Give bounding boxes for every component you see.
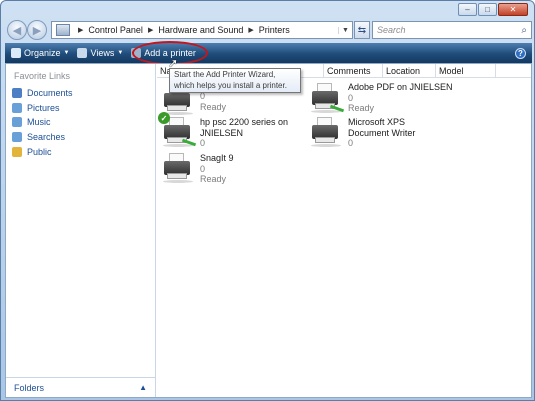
refresh-icon: ⇆ [357, 24, 367, 36]
sidebar-item-label: Pictures [27, 102, 60, 113]
mouse-cursor-icon: ➚ [168, 56, 179, 70]
chevron-up-icon: ▲ [139, 383, 147, 392]
address-row: ◀ ▶ ▶ Control Panel ▶ Hardware and Sound… [5, 19, 532, 43]
printers-list-pane: Na Comments Location Model 0 Ready Adobe… [157, 64, 531, 397]
organize-label: Organize [24, 48, 61, 58]
music-icon [12, 117, 22, 128]
views-button[interactable]: Views ▼ [77, 48, 123, 58]
printer-queue-count: 0 [348, 138, 354, 148]
chevron-down-icon[interactable]: ▼ [338, 26, 352, 34]
views-icon [77, 48, 88, 58]
printer-status: Ready [200, 174, 227, 184]
printer-icon [160, 151, 196, 187]
sidebar-item-label: Music [27, 117, 51, 128]
list-item[interactable]: SnagIt 9 0 Ready [160, 151, 234, 187]
sidebar-item-documents[interactable]: Documents [12, 86, 73, 101]
control-panel-icon [56, 24, 70, 36]
column-location[interactable]: Location [383, 64, 436, 78]
minimize-button[interactable]: – [458, 3, 477, 16]
sidebar-item-music[interactable]: Music [12, 115, 73, 130]
list-item[interactable]: Adobe PDF on JNIELSEN 0 Ready [308, 81, 453, 117]
printer-queue-count: 0 [200, 163, 206, 174]
search-input[interactable]: Search ⌕ [372, 21, 532, 39]
pictures-icon [12, 102, 22, 113]
sidebar-item-searches[interactable]: Searches [12, 130, 73, 145]
list-item[interactable]: Microsoft XPS Document Writer 0 [308, 115, 448, 151]
chevron-down-icon: ▼ [63, 50, 70, 56]
column-label: Model [439, 66, 464, 76]
searches-icon [12, 132, 22, 143]
folders-label: Folders [14, 382, 45, 393]
search-placeholder: Search [377, 25, 406, 35]
add-printer-tooltip: Start the Add Printer Wizard, which help… [169, 68, 301, 93]
printer-name: Microsoft XPS Document Writer [348, 117, 416, 138]
printer-icon: ✓ [158, 112, 197, 151]
column-model[interactable]: Model [436, 64, 496, 78]
column-comments[interactable]: Comments [324, 64, 383, 78]
breadcrumb-arrow-icon: ▶ [78, 27, 84, 34]
favorite-links-title: Favorite Links [14, 71, 71, 81]
organize-icon [11, 48, 21, 58]
search-icon[interactable]: ⌕ [521, 25, 527, 36]
back-arrow-icon: ◀ [12, 24, 22, 37]
printer-status: Ready [200, 101, 227, 112]
forward-arrow-icon: ▶ [32, 24, 42, 37]
breadcrumb-hardware-and-sound[interactable]: Hardware and Sound [158, 25, 243, 35]
chevron-down-icon: ▼ [117, 50, 124, 56]
address-bar[interactable]: ▶ Control Panel ▶ Hardware and Sound ▶ P… [51, 21, 353, 39]
sidebar-item-public[interactable]: Public [12, 144, 73, 159]
column-label: Location [386, 66, 421, 76]
back-button[interactable]: ◀ [7, 20, 27, 40]
folders-toggle[interactable]: Folders ▲ [6, 377, 155, 397]
close-button[interactable]: ✕ [498, 3, 528, 16]
column-label: Comments [327, 66, 371, 76]
printer-name: hp psc 2200 series on JNIELSEN [200, 117, 289, 138]
views-label: Views [90, 48, 115, 58]
navigation-pane: Favorite Links Documents Pictures Music … [6, 64, 156, 397]
sidebar-item-label: Searches [27, 132, 66, 143]
list-item[interactable]: ✓ hp psc 2200 series on JNIELSEN 0 [158, 112, 312, 151]
printer-name: SnagIt 9 [200, 153, 234, 163]
documents-icon [12, 88, 22, 99]
maximize-button[interactable]: □ [478, 3, 497, 16]
help-icon[interactable]: ? [515, 47, 526, 59]
explorer-window: – □ ✕ ◀ ▶ ▶ Control Panel ▶ Hardware and… [0, 0, 535, 401]
printer-icon [308, 115, 344, 151]
command-toolbar: Organize ▼ Views ▼ Add a printer ? [5, 41, 532, 65]
sidebar-item-label: Public [27, 146, 52, 157]
default-checkmark-icon: ✓ [158, 112, 170, 124]
printer-queue-count: 0 [348, 92, 354, 103]
organize-button[interactable]: Organize ▼ [11, 48, 69, 58]
printer-icon [308, 81, 345, 117]
breadcrumb-arrow-icon: ▶ [147, 27, 154, 34]
breadcrumb-control-panel[interactable]: Control Panel [88, 25, 143, 35]
breadcrumb-arrow-icon: ▶ [248, 27, 254, 34]
sidebar-item-label: Documents [27, 88, 73, 99]
favorite-links-list: Documents Pictures Music Searches Public [12, 86, 73, 159]
printer-name: Adobe PDF on JNIELSEN [348, 82, 453, 92]
breadcrumb-printers[interactable]: Printers [259, 25, 290, 35]
forward-button[interactable]: ▶ [27, 20, 47, 40]
printer-status: Ready [348, 103, 375, 113]
public-folder-icon [12, 146, 22, 157]
refresh-button[interactable]: ⇆ [354, 21, 370, 39]
sidebar-item-pictures[interactable]: Pictures [12, 101, 73, 116]
printer-queue-count: 0 [200, 138, 206, 148]
caption-buttons: – □ ✕ [457, 3, 528, 16]
content-area: Favorite Links Documents Pictures Music … [5, 63, 532, 398]
